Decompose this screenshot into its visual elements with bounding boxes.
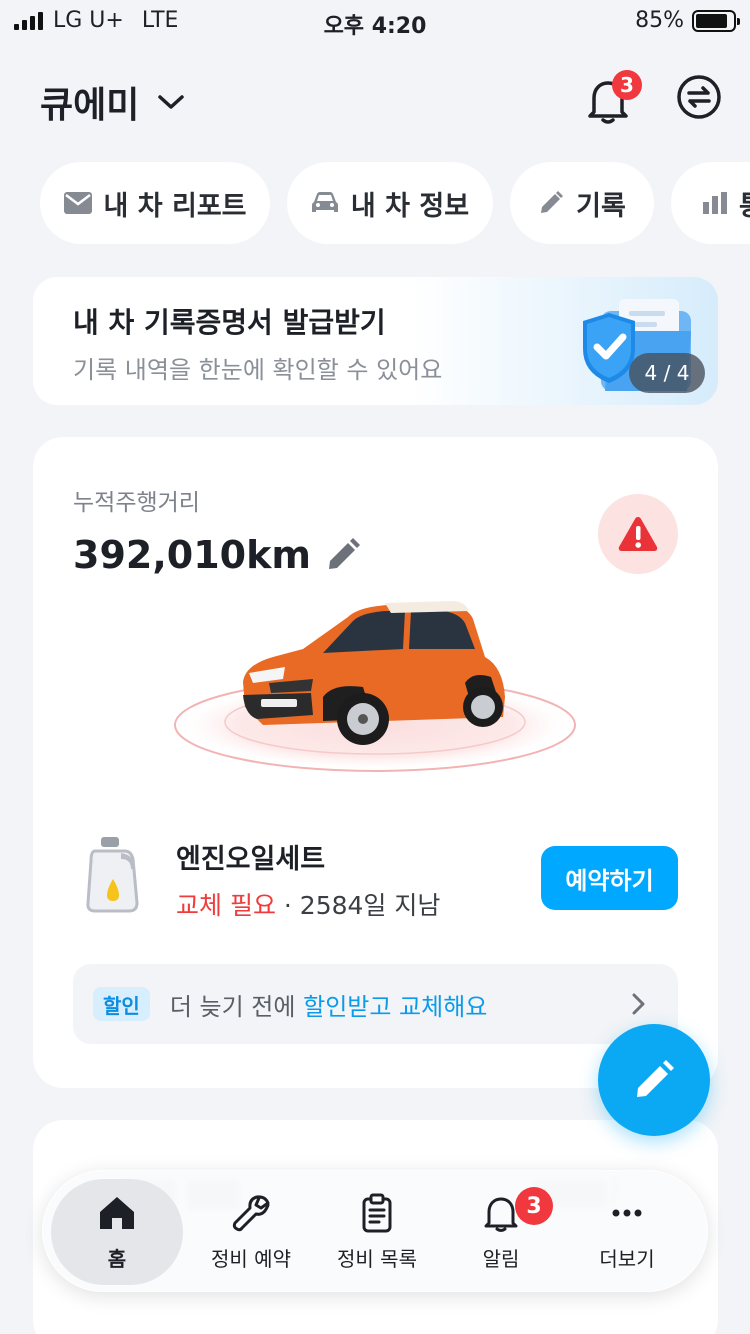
chevron-down-icon <box>158 95 185 109</box>
chip-label: 통 <box>739 184 750 223</box>
mileage-value: 392,010km <box>73 533 311 577</box>
bar-chart-icon <box>703 192 727 214</box>
swap-icon <box>677 75 721 119</box>
mail-icon <box>63 192 92 214</box>
app-header: 큐에미 3 <box>0 66 750 130</box>
write-record-fab[interactable] <box>598 1024 710 1136</box>
tab-notification-badge: 3 <box>515 1187 553 1225</box>
car-status-card: 누적주행거리 392,010km 엔진오일세트 교체 필요 · 2584일 지남… <box>33 437 718 1088</box>
edit-pencil-icon <box>328 538 360 569</box>
status-separator: · <box>275 891 300 920</box>
maintenance-status-label: 교체 필요 <box>176 891 276 920</box>
chip-label: 내 차 정보 <box>350 190 470 222</box>
car-icon <box>311 192 338 212</box>
clipboard-icon <box>362 1193 392 1232</box>
oil-bottle-icon <box>86 837 139 913</box>
banner-page-indicator: 4 / 4 <box>629 353 705 393</box>
warning-icon <box>618 517 658 551</box>
battery-percent: 85% <box>635 8 684 33</box>
car-selector[interactable]: 큐에미 <box>40 76 185 128</box>
warning-button[interactable] <box>598 494 678 574</box>
car-name: 큐에미 <box>40 85 140 126</box>
tab-label: 홈 <box>107 1246 127 1271</box>
chip-label: 내 차 리포트 <box>103 190 247 222</box>
tab-maintenance-reservation[interactable]: 정비 예약 <box>185 1179 317 1285</box>
chip-stats[interactable]: 통 <box>671 162 750 244</box>
wrench-icon <box>232 1194 270 1231</box>
notification-badge: 3 <box>612 70 642 100</box>
battery-icon <box>692 9 740 32</box>
mileage-display[interactable]: 392,010km <box>73 533 361 577</box>
maintenance-item-name: 엔진오일세트 <box>176 844 326 875</box>
banner-title: 내 차 기록증명서 발급받기 <box>73 306 386 339</box>
tab-more[interactable]: 더보기 <box>561 1179 693 1285</box>
status-bar: LG U+ LTE 오후 4:20 85% <box>0 0 750 42</box>
tab-label: 정비 예약 <box>211 1246 291 1271</box>
certificate-banner[interactable]: 내 차 기록증명서 발급받기 기록 내역을 한눈에 확인할 수 있어요 4 / … <box>33 277 718 405</box>
bottom-tab-bar: 홈 정비 예약 정비 목록 알림 3 더보기 <box>42 1170 708 1292</box>
promo-text: 더 늦기 전에 할인받고 교체해요 <box>170 987 488 1022</box>
mileage-label: 누적주행거리 <box>73 490 200 516</box>
battery-info: 85% <box>635 8 740 33</box>
more-icon <box>612 1209 642 1216</box>
promo-text-highlight: 할인받고 교체해요 <box>303 992 488 1021</box>
tab-home[interactable]: 홈 <box>51 1179 183 1285</box>
reserve-button[interactable]: 예약하기 <box>541 846 678 910</box>
maintenance-elapsed: 2584일 지남 <box>299 891 441 920</box>
chip-record[interactable]: 기록 <box>510 162 654 244</box>
tab-label: 알림 <box>482 1246 520 1271</box>
discount-promo[interactable]: 할인 더 늦기 전에 할인받고 교체해요 <box>73 964 678 1044</box>
chip-car-info[interactable]: 내 차 정보 <box>287 162 493 244</box>
bell-icon <box>484 1197 518 1232</box>
maintenance-status: 교체 필요 · 2584일 지남 <box>176 886 440 922</box>
pencil-icon <box>637 1060 674 1097</box>
quick-menu: 내 차 리포트 내 차 정보 기록 통 <box>0 162 750 244</box>
switch-car-button[interactable] <box>676 74 722 120</box>
chevron-right-icon <box>632 993 645 1015</box>
tab-label: 정비 목록 <box>337 1246 417 1271</box>
pencil-icon <box>541 191 564 213</box>
notification-button[interactable]: 3 <box>586 70 642 124</box>
banner-subtitle: 기록 내역을 한눈에 확인할 수 있어요 <box>73 356 443 384</box>
tab-maintenance-list[interactable]: 정비 목록 <box>311 1179 443 1285</box>
home-icon <box>100 1196 134 1229</box>
chip-label: 기록 <box>576 190 626 222</box>
tab-label: 더보기 <box>599 1246 655 1271</box>
car-image <box>174 601 576 772</box>
chip-car-report[interactable]: 내 차 리포트 <box>40 162 270 244</box>
promo-tag: 할인 <box>93 987 150 1021</box>
tab-notifications[interactable]: 알림 3 <box>435 1179 567 1285</box>
promo-text-prefix: 더 늦기 전에 <box>169 992 304 1021</box>
